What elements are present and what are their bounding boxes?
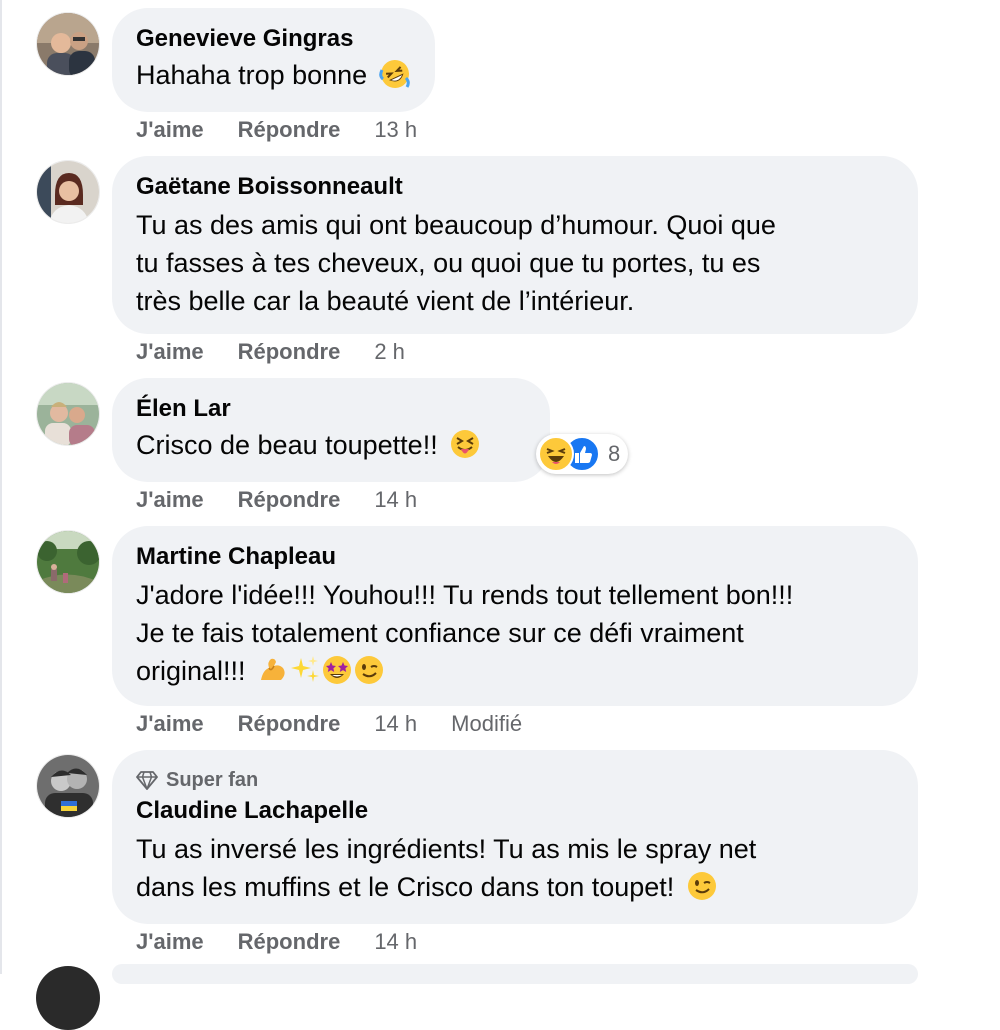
like-button[interactable]: J'aime — [136, 339, 204, 365]
reactions-summary[interactable]: 8 — [536, 434, 629, 474]
comment-text-line: J'adore l'idée!!! Youhou!!! Tu rends tou… — [136, 580, 794, 610]
avatar[interactable] — [36, 12, 100, 76]
badge-label: Super fan — [166, 768, 259, 791]
comment-text: Crisco de beau toupette!! — [136, 430, 438, 460]
reply-button[interactable]: Répondre — [238, 487, 341, 513]
comment-actions: J'aime Répondre 2 h — [136, 337, 439, 367]
comment-author[interactable]: Claudine Lachapelle — [136, 796, 894, 826]
comment-actions: J'aime Répondre 14 h Modifié — [136, 709, 522, 739]
reaction-count: 8 — [608, 441, 621, 466]
comment-bubble: Martine Chapleau J'adore l'idée!!! Youho… — [112, 526, 918, 706]
comment-actions: J'aime Répondre 14 h — [136, 485, 451, 515]
reply-button[interactable]: Répondre — [238, 339, 341, 365]
comment-bubble: Genevieve Gingras Hahaha trop bonne — [112, 8, 435, 112]
reply-button[interactable]: Répondre — [238, 117, 341, 143]
avatar[interactable] — [36, 382, 100, 446]
comment-author[interactable]: Genevieve Gingras — [136, 24, 411, 54]
comment-text-line: original!!! — [136, 656, 246, 686]
squinting-tongue-emoji-icon — [449, 428, 481, 460]
comment-bubble: Gaëtane Boissonneault Tu as des amis qui… — [112, 156, 918, 334]
like-button[interactable]: J'aime — [136, 117, 204, 143]
comment-text-line: tu fasses à tes cheveux, ou quoi que tu … — [136, 248, 761, 278]
reply-button[interactable]: Répondre — [238, 929, 341, 955]
comment-bubble — [112, 964, 918, 984]
reply-button[interactable]: Répondre — [238, 711, 341, 737]
avatar[interactable] — [36, 754, 100, 818]
star-struck-emoji-icon — [321, 654, 353, 686]
like-button[interactable]: J'aime — [136, 929, 204, 955]
comment-bubble: Super fan Claudine Lachapelle Tu as inve… — [112, 750, 918, 924]
avatar[interactable] — [36, 530, 100, 594]
comment-actions: J'aime Répondre 13 h — [136, 115, 451, 145]
sparkles-emoji-icon — [289, 654, 321, 686]
comment-timestamp[interactable]: 2 h — [374, 339, 405, 365]
haha-reaction-icon — [538, 436, 574, 472]
comment-text: Hahaha trop bonne — [136, 60, 368, 90]
comment-timestamp[interactable]: 13 h — [374, 117, 417, 143]
comment-timestamp[interactable]: 14 h — [374, 711, 417, 737]
like-button[interactable]: J'aime — [136, 487, 204, 513]
edited-label[interactable]: Modifié — [451, 711, 522, 737]
avatar[interactable] — [36, 160, 100, 224]
like-button[interactable]: J'aime — [136, 711, 204, 737]
comment-text-line: Tu as inversé les ingrédients! Tu as mis… — [136, 834, 757, 864]
comment-author[interactable]: Élen Lar — [136, 394, 526, 424]
comment-author[interactable]: Martine Chapleau — [136, 542, 894, 572]
diamond-icon — [136, 771, 158, 790]
comment-text-line: Tu as des amis qui ont beaucoup d’humour… — [136, 210, 776, 240]
flexed-biceps-emoji-icon — [257, 654, 289, 686]
comment-actions: J'aime Répondre 14 h — [136, 927, 451, 957]
comment-timestamp[interactable]: 14 h — [374, 487, 417, 513]
comment-text-line: dans les muffins et le Crisco dans ton t… — [136, 872, 675, 902]
comment-author[interactable]: Gaëtane Boissonneault — [136, 172, 894, 202]
comment-text-line: très belle car la beauté vient de l’inté… — [136, 286, 635, 316]
comment-bubble: Élen Lar Crisco de beau toupette!! — [112, 378, 550, 482]
avatar[interactable] — [36, 966, 100, 1030]
thread-divider — [0, 0, 2, 974]
comment-timestamp[interactable]: 14 h — [374, 929, 417, 955]
rolling-laughing-emoji-icon — [378, 58, 411, 90]
winking-emoji-icon — [686, 870, 718, 902]
winking-emoji-icon — [353, 654, 385, 686]
comment-text-line: Je te fais totalement confiance sur ce d… — [136, 618, 744, 648]
super-fan-badge[interactable]: Super fan — [136, 766, 894, 794]
